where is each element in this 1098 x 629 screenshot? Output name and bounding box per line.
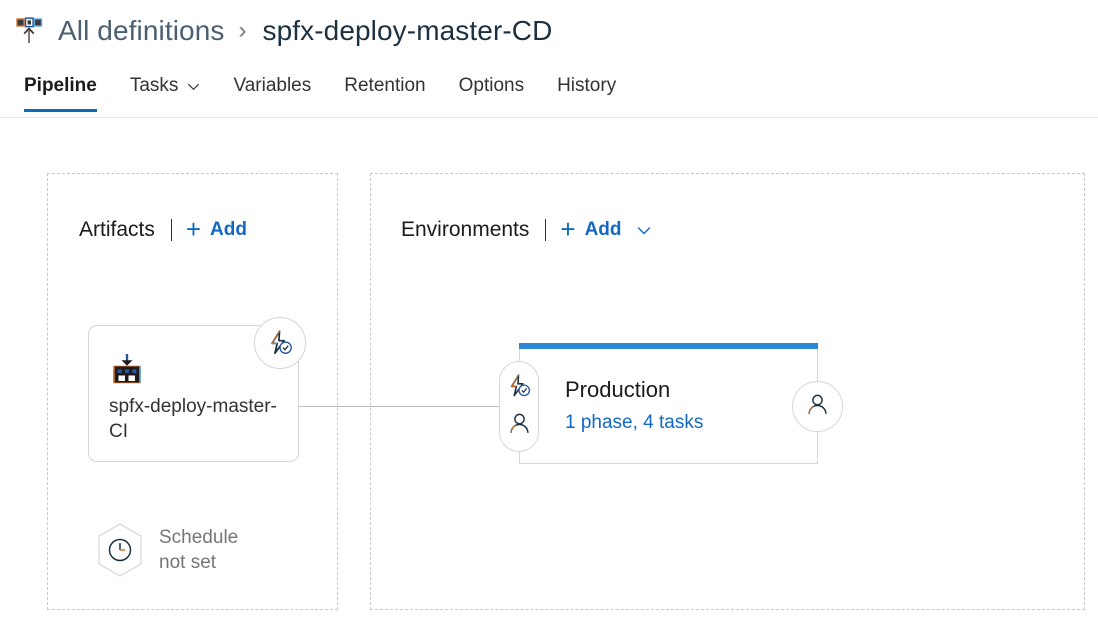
environment-status-bar xyxy=(519,343,818,349)
chevron-down-icon xyxy=(187,80,200,93)
artifacts-header-divider xyxy=(170,219,172,241)
continuous-deployment-trigger-icon[interactable] xyxy=(254,317,306,369)
schedule-label-line1: Schedule xyxy=(159,527,239,548)
tab-retention[interactable]: Retention xyxy=(344,62,425,110)
schedule-trigger[interactable]: Schedule not set xyxy=(95,519,305,581)
tab-variables[interactable]: Variables xyxy=(233,62,311,110)
build-artifact-icon xyxy=(110,353,144,385)
tab-history-label: History xyxy=(557,75,617,96)
tab-active-underline xyxy=(24,109,97,112)
tab-pipeline-label: Pipeline xyxy=(24,75,97,96)
tab-options[interactable]: Options xyxy=(459,62,524,110)
breadcrumb-current-title: spfx-deploy-master-CD xyxy=(262,15,553,46)
tab-tasks-label: Tasks xyxy=(129,75,179,96)
tab-tasks[interactable]: Tasks xyxy=(130,62,201,110)
add-artifact-button[interactable]: Add xyxy=(210,219,247,241)
breadcrumb-separator: › xyxy=(238,17,247,44)
tab-options-label: Options xyxy=(458,75,525,96)
environment-phase-task-link[interactable]: 1 phase, 4 tasks xyxy=(565,412,703,434)
post-deployment-approval-badge[interactable] xyxy=(792,381,843,432)
add-environment-button[interactable]: Add xyxy=(585,219,622,241)
artifacts-title: Artifacts xyxy=(79,218,155,241)
environments-title: Environments xyxy=(401,218,530,241)
tab-history[interactable]: History xyxy=(557,62,616,110)
artifact-to-environment-connector xyxy=(298,406,499,407)
person-icon xyxy=(805,392,830,422)
release-definition-icon xyxy=(12,14,46,48)
plus-icon: + xyxy=(185,214,202,244)
schedule-clock-icon xyxy=(95,522,145,578)
breadcrumb: All definitions › spfx-deploy-master-CD xyxy=(0,0,1098,62)
person-icon xyxy=(507,411,532,441)
release-definition-page: All definitions › spfx-deploy-master-CD … xyxy=(0,0,1098,629)
breadcrumb-parent-link[interactable]: All definitions xyxy=(58,15,224,47)
environment-card-production[interactable] xyxy=(519,343,818,464)
artifact-name-label: spfx-deploy-master-CI xyxy=(109,396,277,442)
pre-deployment-conditions-badge[interactable] xyxy=(499,361,539,452)
tab-variables-label: Variables xyxy=(233,75,312,96)
continuous-deployment-trigger-icon xyxy=(506,373,532,404)
tab-bar-divider xyxy=(0,117,1098,118)
tab-retention-label: Retention xyxy=(344,75,426,96)
tab-bar: Pipeline Tasks Variables Retention Optio… xyxy=(0,62,1098,118)
environments-panel-header: Environments + Add xyxy=(401,214,652,244)
chevron-down-icon[interactable] xyxy=(636,222,652,238)
schedule-label-line2: not set xyxy=(159,552,217,573)
environments-header-divider xyxy=(545,219,547,241)
schedule-label: Schedule not set xyxy=(159,525,238,575)
tab-pipeline[interactable]: Pipeline xyxy=(24,62,97,112)
environment-name-label: Production xyxy=(565,377,671,402)
artifacts-panel-header: Artifacts + Add xyxy=(79,214,247,244)
plus-icon: + xyxy=(560,214,576,244)
